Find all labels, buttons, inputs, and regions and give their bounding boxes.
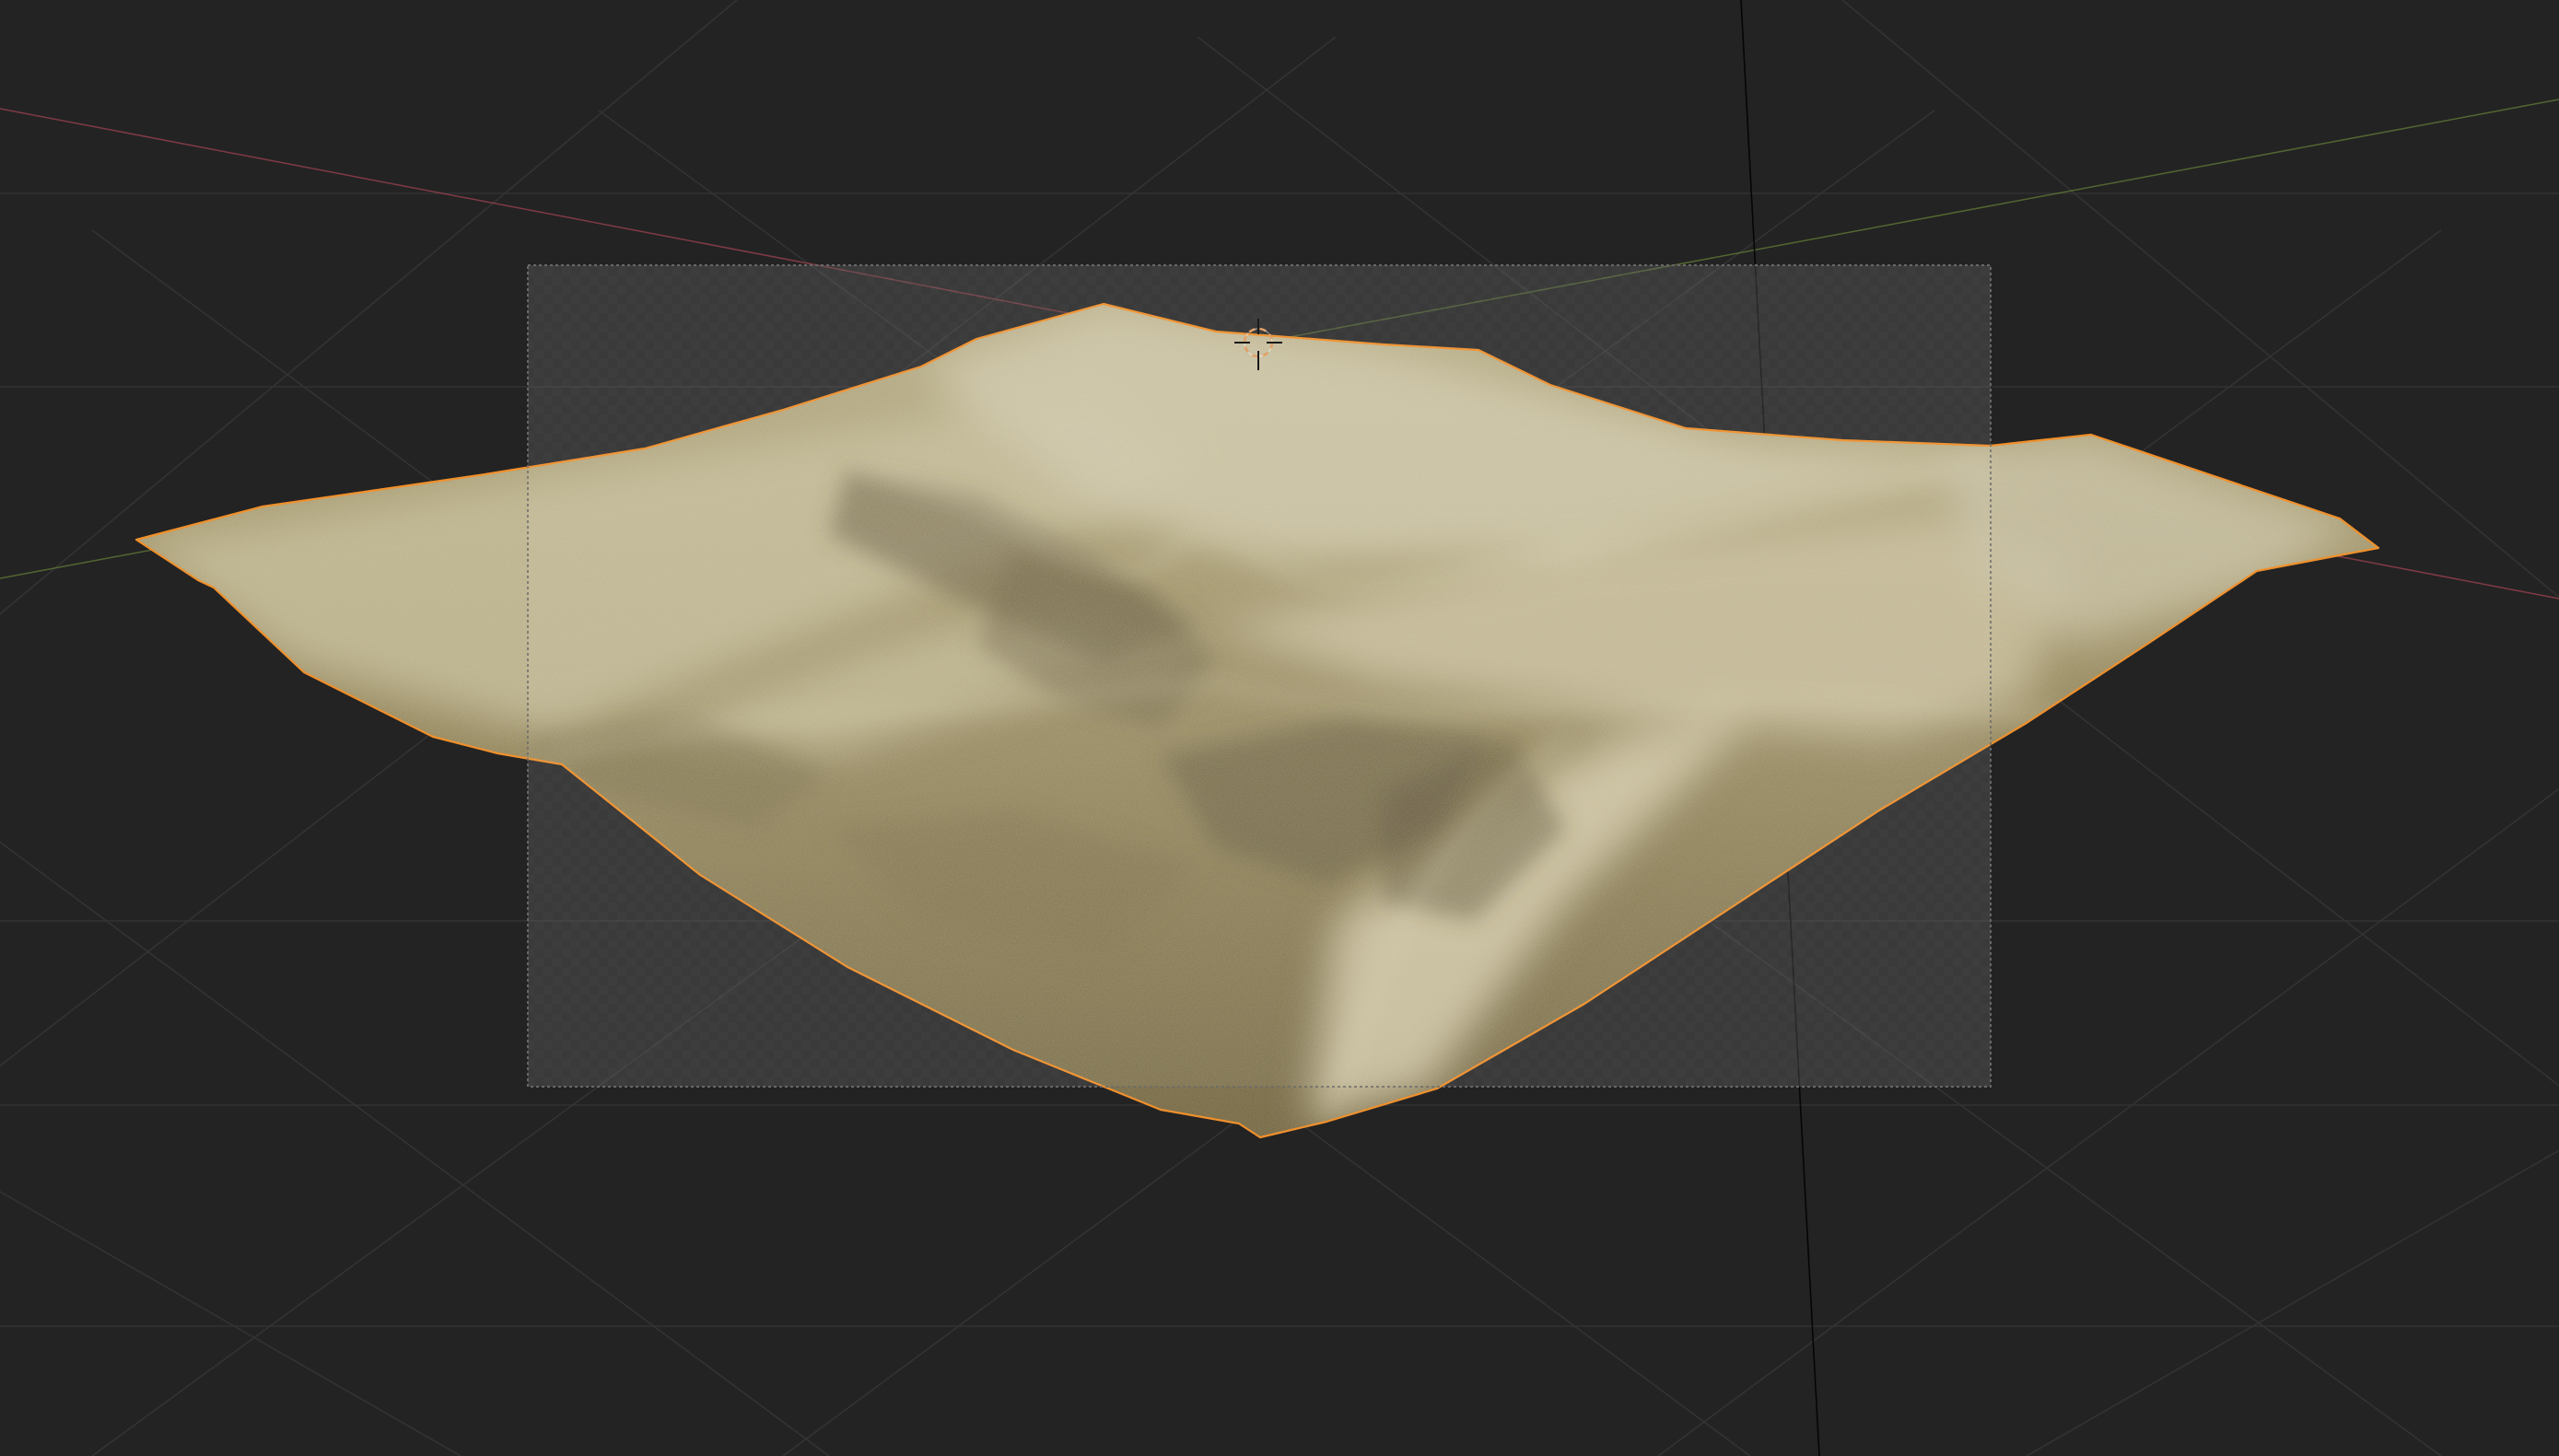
viewport-canvas[interactable] [0, 0, 2559, 1456]
3d-viewport[interactable] [0, 0, 2559, 1456]
camera-frame-border [527, 264, 1992, 1088]
